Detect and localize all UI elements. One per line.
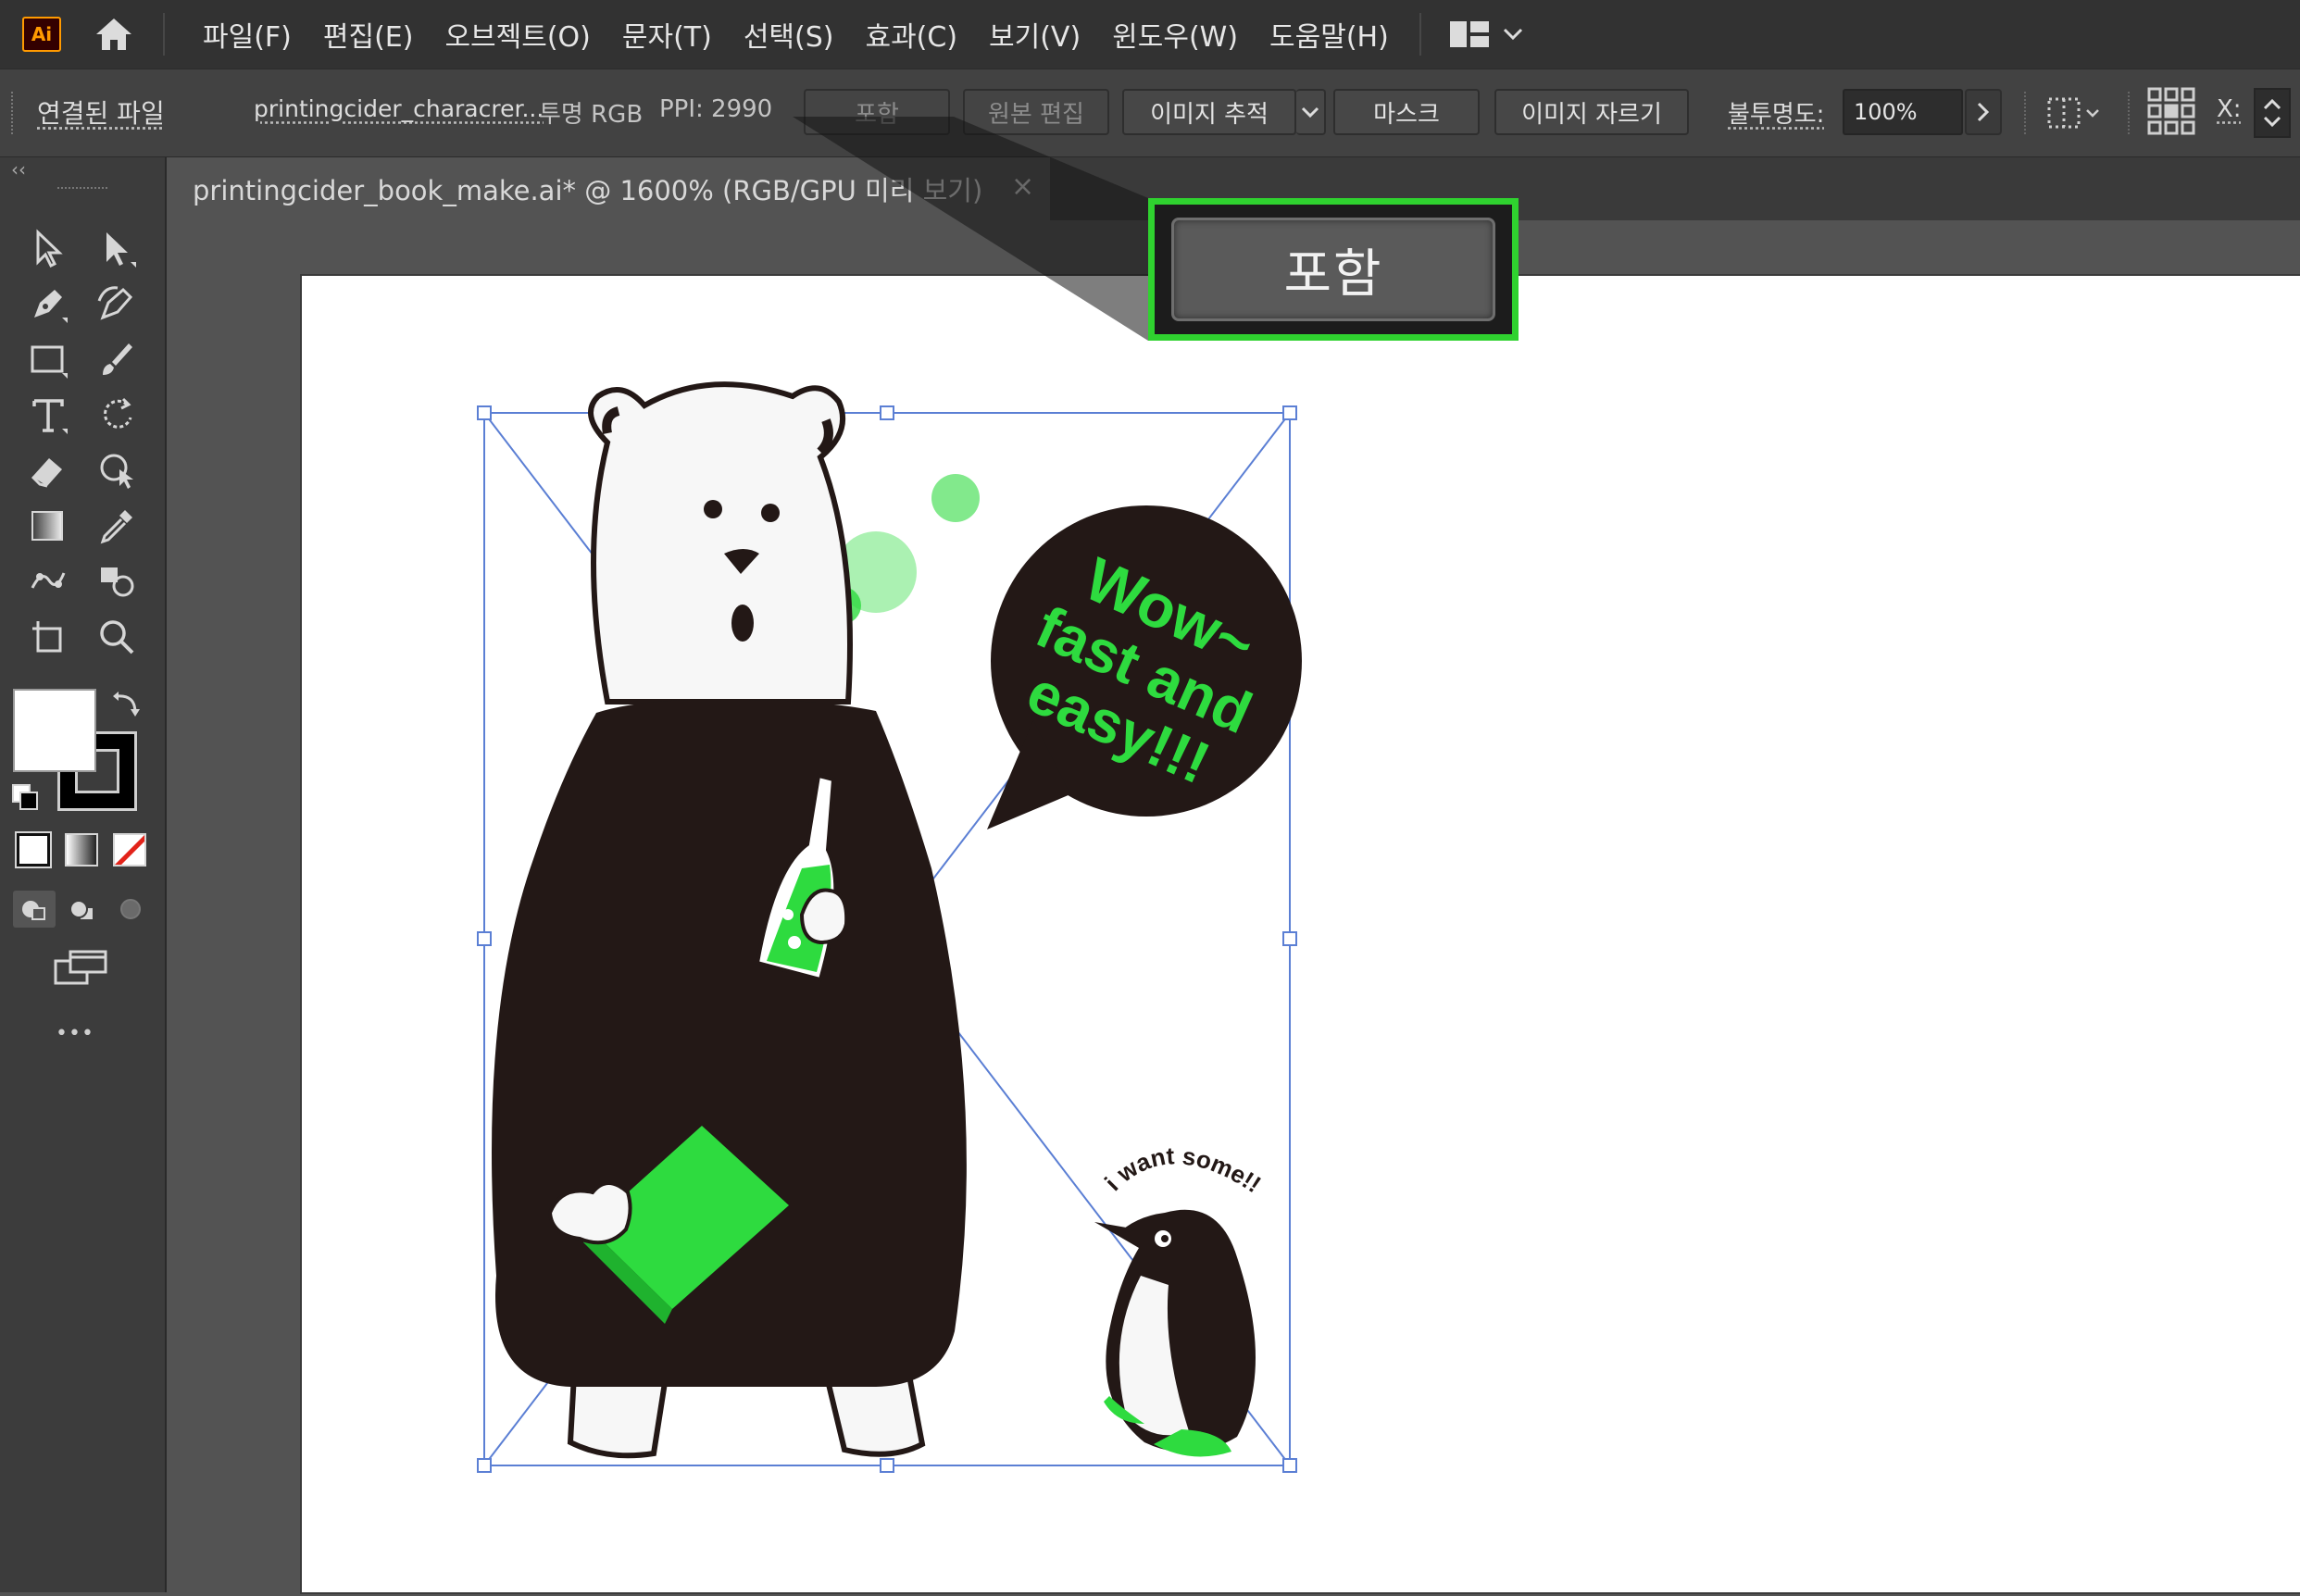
- chevron-right-icon: [1977, 102, 1990, 122]
- align-options-button[interactable]: [2046, 90, 2107, 136]
- zoom-tool-icon[interactable]: [89, 611, 144, 663]
- embed-button[interactable]: 포함: [804, 89, 950, 135]
- panel-grip[interactable]: [57, 187, 107, 193]
- none-mode-icon[interactable]: [113, 833, 146, 867]
- symbol-sprayer-tool-icon[interactable]: [89, 555, 144, 607]
- stepper-arrows-icon: [2263, 98, 2281, 128]
- linked-file-link[interactable]: 연결된 파일: [37, 94, 165, 131]
- menu-edit[interactable]: 편집(E): [307, 14, 430, 55]
- image-trace-button[interactable]: 이미지 추적: [1122, 89, 1296, 135]
- app-logo: Ai: [22, 17, 61, 52]
- placed-image[interactable]: Wow~ fast and easy!!! i want some!!: [302, 276, 2300, 1592]
- workspace-layout-icon: [1449, 21, 1489, 47]
- close-tab-icon[interactable]: ×: [1011, 170, 1034, 203]
- opacity-label[interactable]: 불투명도:: [1728, 95, 1824, 130]
- direct-selection-tool-icon[interactable]: [89, 222, 144, 274]
- eraser-tool-icon[interactable]: [20, 444, 76, 496]
- panel-grip[interactable]: [11, 92, 15, 134]
- chevron-down-icon: [1301, 106, 1319, 118]
- menu-view[interactable]: 보기(V): [973, 14, 1096, 55]
- gradient-mode-icon[interactable]: [65, 833, 98, 867]
- rotate-tool-icon[interactable]: [89, 389, 144, 441]
- opacity-arrow-button[interactable]: [1965, 89, 2002, 135]
- menu-object[interactable]: 오브젝트(O): [429, 14, 606, 55]
- selection-grid-icon: [2047, 97, 2081, 129]
- menu-help[interactable]: 도움말(H): [1254, 14, 1405, 55]
- document-tab-title: printingcider_book_make.ai* @ 1600% (RGB…: [193, 175, 983, 206]
- type-tool-icon[interactable]: [20, 389, 76, 441]
- svg-text:i want some!!: i want some!!: [1099, 1141, 1266, 1198]
- menu-separator: [163, 13, 165, 56]
- puppet-warp-tool-icon[interactable]: [20, 555, 76, 607]
- file-name-link[interactable]: printingcider_characrer...: [254, 95, 544, 122]
- gradient-tool-icon[interactable]: [20, 500, 76, 552]
- eyedropper-tool-icon[interactable]: [89, 500, 144, 552]
- x-coordinate-label[interactable]: X:: [2217, 95, 2242, 123]
- draw-inside-icon[interactable]: [109, 891, 152, 928]
- swap-fill-stroke-icon[interactable]: [111, 689, 143, 720]
- selection-tool-icon[interactable]: [20, 222, 76, 274]
- bubble-dot: [931, 474, 980, 522]
- menu-file[interactable]: 파일(F): [187, 14, 307, 55]
- image-trace-dropdown[interactable]: [1296, 89, 1326, 135]
- embed-button-callout: 포함: [1148, 198, 1519, 341]
- menu-separator: [1419, 13, 1421, 56]
- menu-select[interactable]: 선택(S): [728, 14, 850, 55]
- screen-mode-icon[interactable]: [52, 946, 111, 991]
- fill-color-swatch[interactable]: [13, 689, 96, 772]
- ppi-text: PPI: 2990: [659, 95, 773, 123]
- mask-button[interactable]: 마스크: [1333, 89, 1480, 135]
- draw-normal-icon[interactable]: [13, 891, 56, 928]
- tools-panel: ‹‹ •••: [0, 157, 167, 1592]
- document-tab[interactable]: printingcider_book_make.ai* @ 1600% (RGB…: [169, 157, 1050, 220]
- menu-bar: Ai 파일(F) 편집(E) 오브젝트(O) 문자(T) 선택(S) 효과(C)…: [0, 0, 2300, 69]
- home-icon[interactable]: [91, 13, 137, 56]
- paintbrush-tool-icon[interactable]: [89, 333, 144, 385]
- x-coordinate-stepper[interactable]: [2254, 88, 2291, 138]
- chevron-down-icon: [1503, 28, 1522, 41]
- menu-effect[interactable]: 효과(C): [849, 14, 973, 55]
- chevron-down-icon: [2086, 109, 2099, 118]
- opacity-input[interactable]: 100%: [1843, 89, 1963, 135]
- color-mode-text: 투명 RGB: [539, 101, 644, 129]
- workspace-switcher[interactable]: [1449, 20, 1523, 48]
- penguin-caption: i want some!!: [1099, 1141, 1266, 1198]
- control-bar: 연결된 파일 printingcider_characrer... 투명 RGB…: [0, 69, 2300, 157]
- shape-builder-tool-icon[interactable]: [89, 444, 144, 496]
- embed-button-zoomed[interactable]: 포함: [1171, 218, 1495, 321]
- default-colors-icon[interactable]: [11, 783, 41, 813]
- speech-bubble: Wow~ fast and easy!!!: [987, 505, 1302, 829]
- color-mode-icon[interactable]: [15, 831, 52, 868]
- pen-tool-icon[interactable]: [20, 278, 76, 330]
- draw-behind-icon[interactable]: [61, 891, 104, 928]
- artboard[interactable]: Wow~ fast and easy!!! i want some!!: [302, 276, 2300, 1592]
- menu-window[interactable]: 윈도우(W): [1096, 14, 1254, 55]
- control-separator: [2024, 92, 2026, 134]
- control-separator: [2128, 92, 2130, 134]
- penguin-illustration: i want some!!: [1094, 1141, 1266, 1457]
- more-tools-button[interactable]: •••: [56, 1022, 94, 1045]
- menu-type[interactable]: 문자(T): [606, 14, 728, 55]
- crop-image-button[interactable]: 이미지 자르기: [1494, 89, 1689, 135]
- rectangle-tool-icon[interactable]: [20, 333, 76, 385]
- collapse-panel-button[interactable]: ‹‹: [0, 157, 165, 185]
- edit-original-button[interactable]: 원본 편집: [963, 89, 1109, 135]
- artboard-tool-icon[interactable]: [20, 611, 76, 663]
- curvature-tool-icon[interactable]: [89, 278, 144, 330]
- reference-point-icon[interactable]: [2146, 86, 2196, 136]
